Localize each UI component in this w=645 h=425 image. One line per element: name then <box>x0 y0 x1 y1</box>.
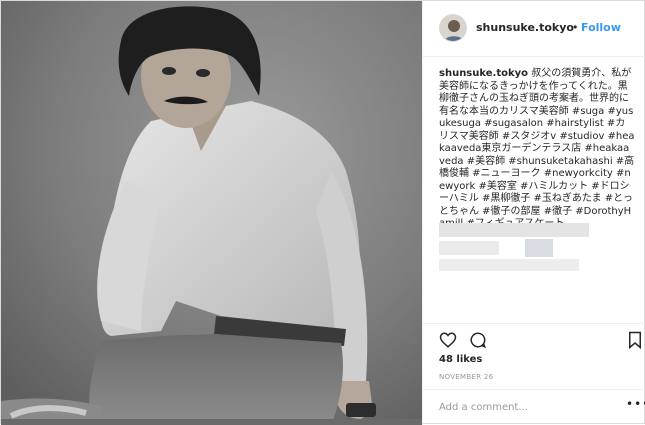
caption-username[interactable]: shunsuke.tokyo <box>439 68 528 79</box>
avatar-image <box>440 15 466 41</box>
blurred-comment-line <box>439 259 579 271</box>
post-header: shunsuke.tokyo • Follow <box>423 1 645 57</box>
comment-icon[interactable] <box>469 331 489 351</box>
instagram-post: shunsuke.tokyo • Follow shunsuke.tokyo 叔… <box>0 0 645 425</box>
follow-button[interactable]: Follow <box>581 21 621 34</box>
blurred-comment-line <box>439 223 589 237</box>
post-date: NOVEMBER 26 <box>439 373 494 381</box>
separator-dot: • <box>572 21 579 34</box>
blurred-comment-line <box>525 239 553 257</box>
blurred-comment-line <box>439 241 499 255</box>
like-count[interactable]: 48 likes <box>439 354 482 365</box>
post-sidebar: shunsuke.tokyo • Follow shunsuke.tokyo 叔… <box>422 1 645 425</box>
bookmark-icon[interactable] <box>627 331 645 351</box>
caption-text: 叔父の須賀勇介、私が美容師になるきっかけを作ってくれた。黒柳徹子さんの玉ねぎ頭の… <box>439 68 635 229</box>
photo-image <box>1 1 422 425</box>
action-bar <box>439 331 641 353</box>
post-photo[interactable] <box>1 1 422 425</box>
header-username[interactable]: shunsuke.tokyo <box>476 21 574 34</box>
blurred-comments <box>439 223 599 273</box>
avatar[interactable] <box>439 14 467 42</box>
post-caption: shunsuke.tokyo 叔父の須賀勇介、私が美容師になるきっかけを作ってく… <box>439 68 635 231</box>
comment-input[interactable] <box>439 399 609 415</box>
heart-icon[interactable] <box>439 331 459 351</box>
divider <box>423 323 645 324</box>
divider <box>423 389 645 390</box>
more-options-icon[interactable]: ••• <box>626 397 645 411</box>
